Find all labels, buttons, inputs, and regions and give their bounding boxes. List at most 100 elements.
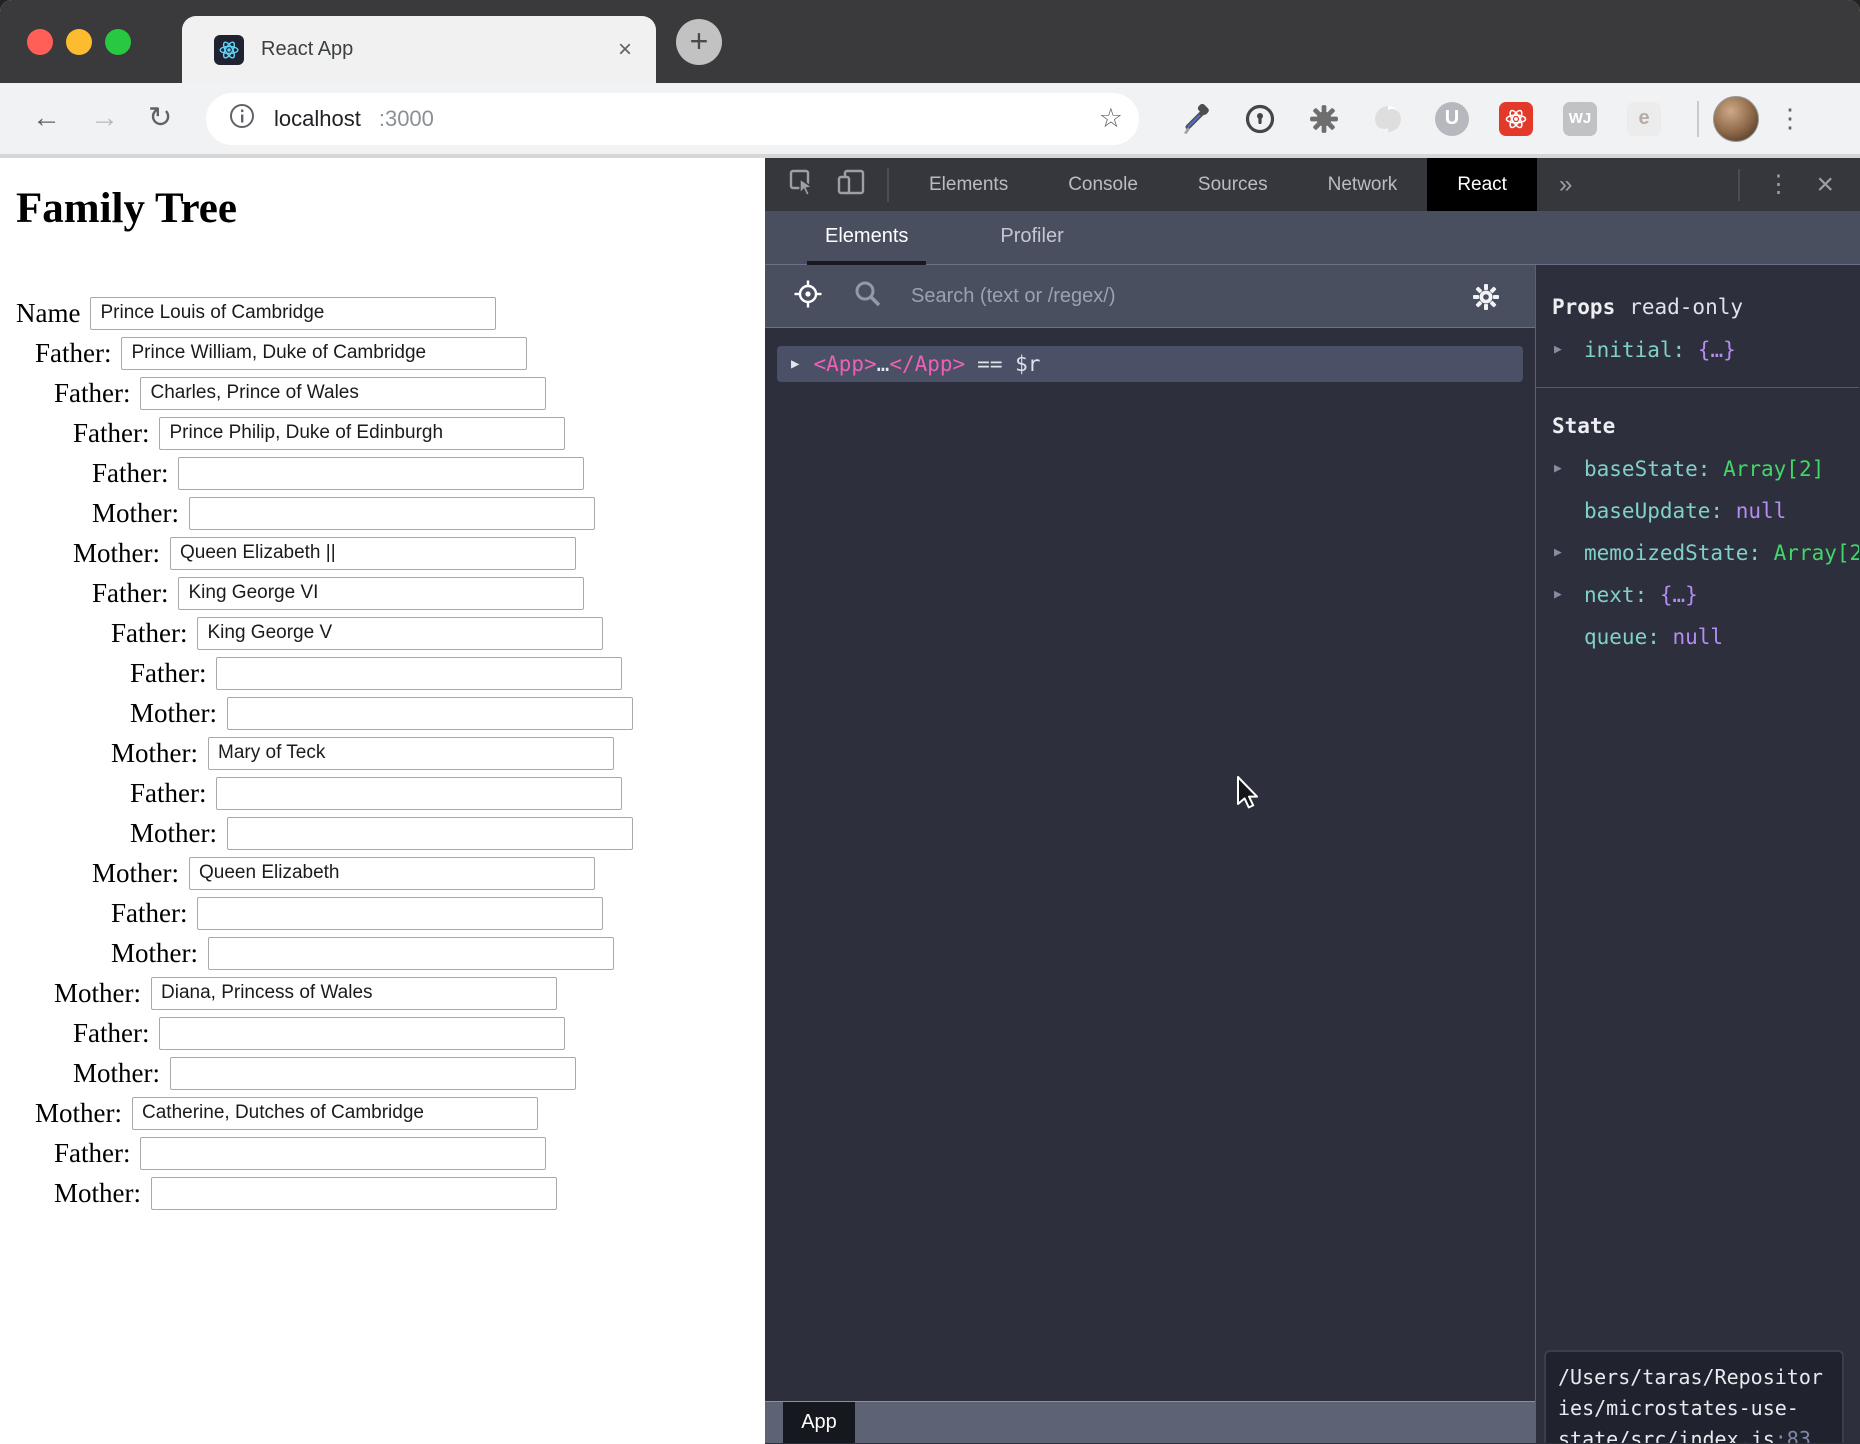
father-input[interactable] — [140, 1137, 546, 1170]
ember-extension-icon[interactable]: e — [1627, 102, 1661, 136]
devtools-tab-network[interactable]: Network — [1298, 158, 1428, 211]
back-button[interactable]: ← — [32, 104, 56, 133]
mother-label: Mother: — [130, 698, 217, 729]
react-tab-elements[interactable]: Elements — [807, 211, 926, 264]
close-traffic-light[interactable] — [27, 29, 53, 55]
mother-input[interactable] — [208, 737, 614, 770]
father-input[interactable] — [159, 417, 565, 450]
mother-input[interactable] — [189, 497, 595, 530]
tab-close-icon[interactable]: × — [618, 38, 632, 62]
react-tab-profiler[interactable]: Profiler — [982, 211, 1081, 264]
component-source-path[interactable]: /Users/taras/Repositor ies/microstates-u… — [1544, 1350, 1844, 1443]
source-path-line: ies/microstates-use- — [1558, 1393, 1830, 1424]
state-value: null — [1723, 499, 1786, 523]
onepassword-extension-icon[interactable] — [1243, 102, 1277, 136]
mother-input[interactable] — [151, 977, 557, 1010]
device-toolbar-icon[interactable] — [835, 167, 867, 202]
mother-input[interactable] — [151, 1177, 557, 1210]
family-tree-row: Mother: — [73, 533, 765, 573]
state-row: ▶next: {…} — [1552, 574, 1859, 616]
father-label: Father: — [111, 898, 187, 929]
state-row: queue: null — [1552, 616, 1859, 658]
eyedropper-extension-icon[interactable] — [1179, 102, 1213, 136]
devtools-close-icon[interactable]: × — [1816, 170, 1834, 200]
tree-row-app[interactable]: ▶ <App>…</App> == $r — [777, 346, 1523, 382]
father-input[interactable] — [197, 897, 603, 930]
state-value: Array[2] — [1710, 457, 1824, 481]
wj-extension-icon[interactable]: WJ — [1563, 102, 1597, 136]
mother-input[interactable] — [227, 817, 633, 850]
father-input[interactable] — [197, 617, 603, 650]
reload-button[interactable]: ↻ — [148, 104, 172, 133]
mother-input[interactable] — [189, 857, 595, 890]
devtools-toolbar-divider-right — [1738, 169, 1740, 201]
mother-label: Mother: — [73, 1058, 160, 1089]
inspect-element-icon[interactable] — [787, 167, 817, 202]
state-value: Array[2] — [1761, 541, 1859, 565]
father-input[interactable] — [178, 577, 584, 610]
mouse-cursor — [1236, 776, 1262, 810]
devtools-menu-icon[interactable]: ⋮ — [1766, 170, 1790, 199]
site-info-icon[interactable] — [228, 102, 256, 135]
devtools-tab-console[interactable]: Console — [1038, 158, 1168, 211]
react-favicon-icon — [214, 35, 244, 65]
family-tree-row: Father: — [54, 373, 765, 413]
new-tab-button[interactable]: + — [676, 19, 722, 65]
mother-input[interactable] — [208, 937, 614, 970]
father-input[interactable] — [216, 657, 622, 690]
source-path-line: /Users/taras/Repositor — [1558, 1362, 1830, 1393]
mother-input[interactable] — [170, 1057, 576, 1090]
collapsed-children-ellipsis: … — [877, 352, 890, 376]
mother-input[interactable] — [132, 1097, 538, 1130]
family-tree-row: Father: — [35, 333, 765, 373]
react-tree-column: ▶ <App>…</App> == $r App — [765, 265, 1535, 1443]
expand-triangle-icon[interactable]: ▶ — [1554, 574, 1562, 616]
gear-extension-icon[interactable] — [1307, 102, 1341, 136]
more-tabs-icon[interactable]: » — [1559, 171, 1572, 199]
react-devtools-extension-icon[interactable] — [1499, 102, 1533, 136]
family-tree-row: Mother: — [54, 973, 765, 1013]
traffic-lights — [27, 29, 144, 55]
props-rows: ▶initial: {…} — [1552, 329, 1859, 371]
father-input[interactable] — [140, 377, 546, 410]
expand-triangle-icon[interactable]: ▶ — [1554, 329, 1562, 371]
family-tree-row: Father: — [111, 893, 765, 933]
father-input[interactable] — [178, 457, 584, 490]
devtools-tab-elements[interactable]: Elements — [899, 158, 1038, 211]
browser-menu-icon[interactable]: ⋮ — [1777, 103, 1803, 134]
devtools-tab-sources[interactable]: Sources — [1168, 158, 1298, 211]
page-title: Family Tree — [16, 184, 765, 233]
minimize-traffic-light[interactable] — [66, 29, 92, 55]
swirl-extension-icon[interactable] — [1371, 102, 1405, 136]
mother-input[interactable] — [170, 537, 576, 570]
expand-triangle-icon[interactable]: ▶ — [1554, 532, 1562, 574]
zoom-traffic-light[interactable] — [105, 29, 131, 55]
prop-value: {…} — [1685, 338, 1736, 362]
mother-label: Mother: — [54, 1178, 141, 1209]
state-section-header: State — [1552, 404, 1859, 448]
select-element-target-icon[interactable] — [793, 279, 823, 314]
father-input[interactable] — [121, 337, 527, 370]
expand-triangle-icon[interactable]: ▶ — [791, 356, 799, 372]
mother-input[interactable] — [227, 697, 633, 730]
search-input[interactable] — [909, 284, 1535, 309]
settings-gear-icon[interactable] — [1472, 283, 1500, 316]
forward-button[interactable]: → — [90, 104, 114, 133]
devtools-tab-react[interactable]: React — [1427, 158, 1537, 211]
mother-label: Mother: — [130, 818, 217, 849]
profile-avatar[interactable] — [1713, 96, 1759, 142]
family-tree-row: Father: — [73, 413, 765, 453]
url-bar[interactable]: localhost :3000 ☆ — [206, 93, 1139, 145]
browser-tab-react-app[interactable]: React App × — [182, 16, 656, 83]
family-tree-row: Father: — [111, 613, 765, 653]
expand-triangle-icon[interactable]: ▶ — [1554, 448, 1562, 490]
family-tree-row: Father: — [130, 773, 765, 813]
father-label: Father: — [35, 338, 111, 369]
father-input[interactable] — [159, 1017, 565, 1050]
name-input[interactable] — [90, 297, 496, 330]
u-extension-icon[interactable]: U — [1435, 102, 1469, 136]
father-input[interactable] — [216, 777, 622, 810]
owner-badge-app[interactable]: App — [783, 1402, 855, 1443]
state-key: baseState: — [1584, 457, 1710, 481]
bookmark-star-icon[interactable]: ☆ — [1099, 105, 1123, 132]
